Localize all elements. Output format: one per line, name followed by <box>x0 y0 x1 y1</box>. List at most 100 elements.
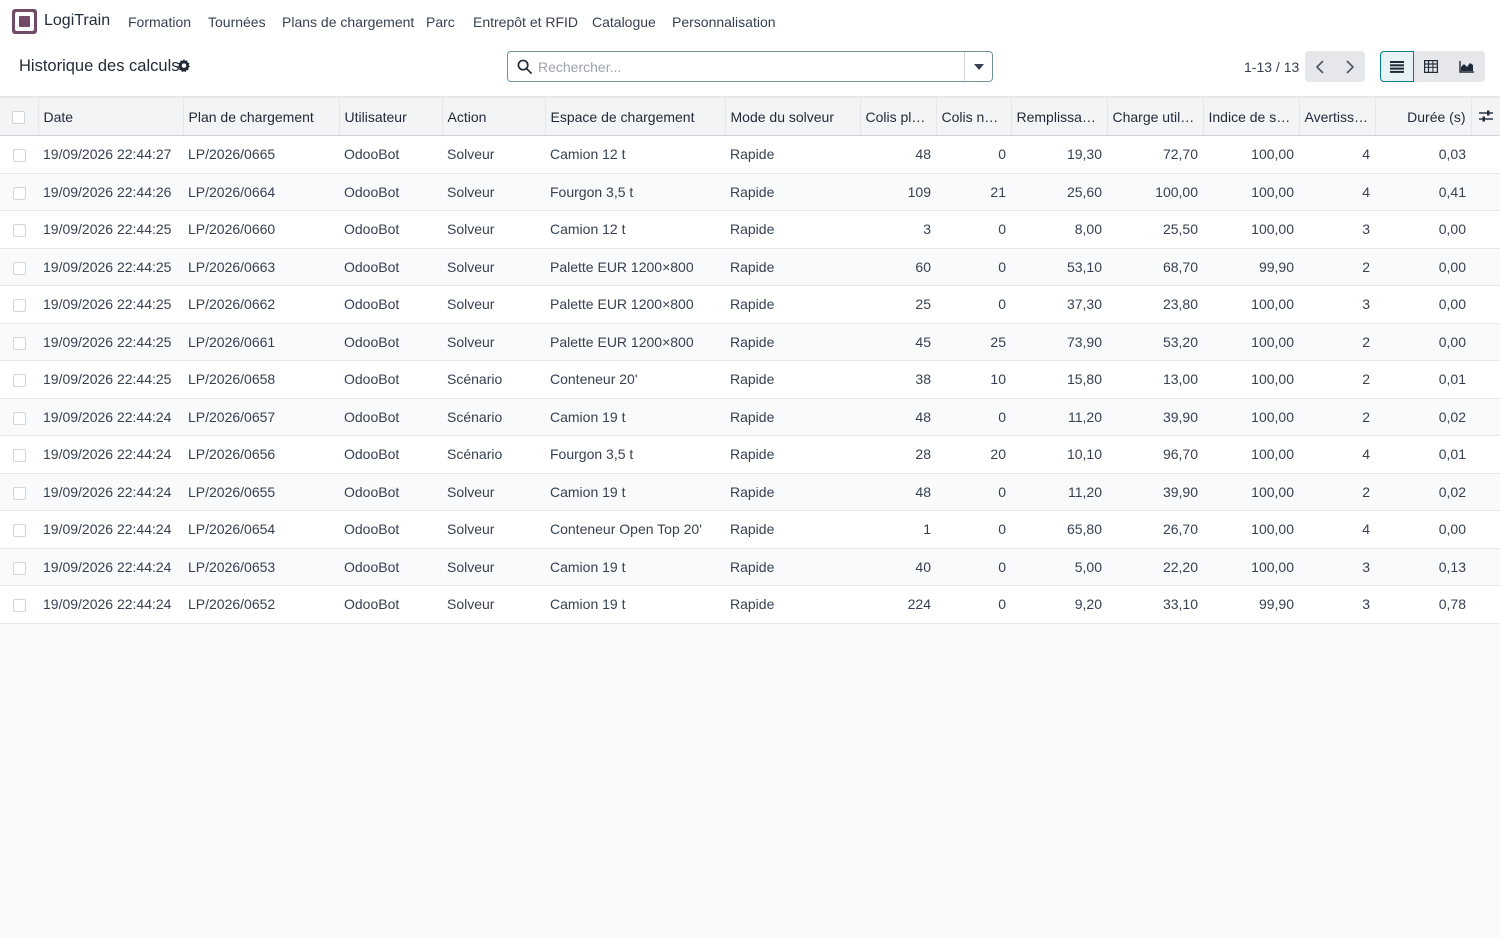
search-input[interactable] <box>538 53 958 80</box>
cell-action[interactable]: Solveur <box>442 135 545 174</box>
cell-unplaced-parcels[interactable]: 0 <box>936 285 1011 324</box>
cell-action[interactable]: Solveur <box>442 548 545 586</box>
cell-user[interactable]: OdooBot <box>339 323 442 361</box>
row-checkbox-cell[interactable] <box>0 323 38 361</box>
row-checkbox-cell[interactable] <box>0 248 38 286</box>
cell-date[interactable]: 19/09/2026 22:44:24 <box>38 585 183 624</box>
row-checkbox[interactable] <box>12 224 26 238</box>
cell-warnings[interactable]: 2 <box>1299 473 1375 511</box>
column-header-placed-parcels[interactable]: Colis placés <box>860 97 937 136</box>
cell-unplaced-parcels[interactable]: 0 <box>936 585 1011 624</box>
cell-placed-parcels[interactable]: 1 <box>860 510 936 549</box>
cell-fill-rate[interactable]: 5,00 <box>1011 548 1107 586</box>
page-title[interactable]: Historique des calculs <box>19 57 180 76</box>
cell-action[interactable]: Solveur <box>442 173 545 211</box>
cell-stability-index[interactable]: 100,00 <box>1203 210 1299 249</box>
cell-duration[interactable]: 0,01 <box>1375 435 1471 474</box>
cell-fill-rate[interactable]: 65,80 <box>1011 510 1107 549</box>
cell-solver-mode[interactable]: Rapide <box>725 323 860 361</box>
cell-solver-mode[interactable]: Rapide <box>725 285 860 324</box>
cell-unplaced-parcels[interactable]: 0 <box>936 510 1011 549</box>
cell-unplaced-parcels[interactable]: 0 <box>936 210 1011 249</box>
menu-item-entrepot-rfid[interactable]: Entrepôt et RFID <box>473 14 578 30</box>
cell-unplaced-parcels[interactable]: 25 <box>936 323 1011 361</box>
select-all-checkbox[interactable] <box>12 111 26 125</box>
cell-payload[interactable]: 26,70 <box>1107 510 1203 549</box>
cell-duration[interactable]: 0,01 <box>1375 360 1471 399</box>
cell-action[interactable]: Solveur <box>442 510 545 549</box>
cell-solver-mode[interactable]: Rapide <box>725 135 860 174</box>
cell-user[interactable]: OdooBot <box>339 285 442 324</box>
cell-payload[interactable]: 39,90 <box>1107 398 1203 436</box>
row-checkbox-cell[interactable] <box>0 585 38 624</box>
cell-plan[interactable]: LP/2026/0657 <box>183 398 339 436</box>
row-checkbox[interactable] <box>12 261 26 275</box>
cell-loading-space[interactable]: Camion 19 t <box>545 585 725 624</box>
row-checkbox[interactable] <box>12 186 26 200</box>
cell-loading-space[interactable]: Conteneur Open Top 20' <box>545 510 725 549</box>
row-checkbox-cell[interactable] <box>0 548 38 586</box>
row-checkbox[interactable] <box>12 149 26 163</box>
cell-user[interactable]: OdooBot <box>339 173 442 211</box>
cell-placed-parcels[interactable]: 109 <box>860 173 936 211</box>
cell-warnings[interactable]: 3 <box>1299 585 1375 624</box>
cell-loading-space[interactable]: Camion 12 t <box>545 210 725 249</box>
cell-placed-parcels[interactable]: 48 <box>860 398 936 436</box>
cell-solver-mode[interactable]: Rapide <box>725 360 860 399</box>
cell-date[interactable]: 19/09/2026 22:44:24 <box>38 473 183 511</box>
column-header-fill-rate[interactable]: Remplissage (%) <box>1011 97 1108 136</box>
column-header-solver-mode[interactable]: Mode du solveur <box>725 97 861 136</box>
table-row[interactable]: 19/09/2026 22:44:24 LP/2026/0655 OdooBot So… <box>0 473 1500 511</box>
cell-fill-rate[interactable]: 11,20 <box>1011 473 1107 511</box>
cell-placed-parcels[interactable]: 48 <box>860 135 936 174</box>
list-view-button[interactable] <box>1380 51 1414 82</box>
cell-solver-mode[interactable]: Rapide <box>725 585 860 624</box>
table-row[interactable]: 19/09/2026 22:44:25 LP/2026/0662 OdooBot So… <box>0 285 1500 324</box>
cell-solver-mode[interactable]: Rapide <box>725 398 860 436</box>
cell-fill-rate[interactable]: 37,30 <box>1011 285 1107 324</box>
cell-loading-space[interactable]: Palette EUR 1200×800 <box>545 248 725 286</box>
table-row[interactable]: 19/09/2026 22:44:25 LP/2026/0663 OdooBot So… <box>0 248 1500 286</box>
cell-duration[interactable]: 0,02 <box>1375 473 1471 511</box>
column-header-plan[interactable]: Plan de chargement <box>183 97 340 136</box>
cell-unplaced-parcels[interactable]: 0 <box>936 248 1011 286</box>
cell-user[interactable]: OdooBot <box>339 248 442 286</box>
row-checkbox-cell[interactable] <box>0 435 38 474</box>
cell-placed-parcels[interactable]: 48 <box>860 473 936 511</box>
cell-loading-space[interactable]: Camion 19 t <box>545 398 725 436</box>
cell-fill-rate[interactable]: 53,10 <box>1011 248 1107 286</box>
cell-stability-index[interactable]: 100,00 <box>1203 360 1299 399</box>
cell-payload[interactable]: 72,70 <box>1107 135 1203 174</box>
cell-date[interactable]: 19/09/2026 22:44:24 <box>38 398 183 436</box>
row-checkbox[interactable] <box>12 599 26 613</box>
row-checkbox[interactable] <box>12 336 26 350</box>
cell-date[interactable]: 19/09/2026 22:44:24 <box>38 435 183 474</box>
column-header-action[interactable]: Action <box>442 97 546 136</box>
cell-date[interactable]: 19/09/2026 22:44:25 <box>38 210 183 249</box>
table-row[interactable]: 19/09/2026 22:44:24 LP/2026/0652 OdooBot So… <box>0 585 1500 624</box>
menu-item-tournees[interactable]: Tournées <box>208 14 266 30</box>
cell-fill-rate[interactable]: 15,80 <box>1011 360 1107 399</box>
row-checkbox[interactable] <box>12 411 26 425</box>
cell-duration[interactable]: 0,00 <box>1375 248 1471 286</box>
row-checkbox-cell[interactable] <box>0 398 38 436</box>
row-checkbox[interactable] <box>12 486 26 500</box>
table-row[interactable]: 19/09/2026 22:44:26 LP/2026/0664 OdooBot So… <box>0 173 1500 211</box>
cell-placed-parcels[interactable]: 60 <box>860 248 936 286</box>
cell-action[interactable]: Scénario <box>442 398 545 436</box>
optional-columns-toggle[interactable] <box>1471 97 1500 136</box>
row-checkbox-cell[interactable] <box>0 210 38 249</box>
cell-duration[interactable]: 0,00 <box>1375 510 1471 549</box>
cell-action[interactable]: Solveur <box>442 473 545 511</box>
pager-next-button[interactable] <box>1335 51 1365 82</box>
cell-action[interactable]: Solveur <box>442 285 545 324</box>
cell-duration[interactable]: 0,78 <box>1375 585 1471 624</box>
column-header-date[interactable]: Date <box>38 97 184 136</box>
row-checkbox-cell[interactable] <box>0 173 38 211</box>
cell-stability-index[interactable]: 100,00 <box>1203 285 1299 324</box>
cell-stability-index[interactable]: 100,00 <box>1203 473 1299 511</box>
cell-warnings[interactable]: 4 <box>1299 173 1375 211</box>
cell-solver-mode[interactable]: Rapide <box>725 548 860 586</box>
menu-item-plans-de-chargement[interactable]: Plans de chargement <box>282 14 414 30</box>
cell-date[interactable]: 19/09/2026 22:44:25 <box>38 248 183 286</box>
